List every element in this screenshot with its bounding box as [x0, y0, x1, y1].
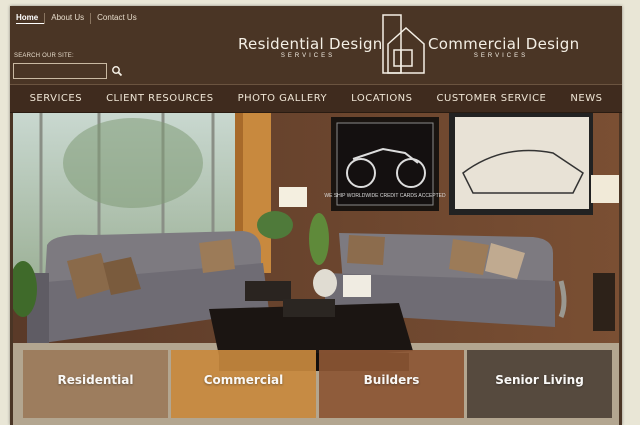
- about-us-link[interactable]: About Us: [44, 13, 90, 24]
- main-nav: SERVICES CLIENT RESOURCES PHOTO GALLERY …: [10, 84, 622, 113]
- residential-design-subtitle: SERVICES: [280, 53, 336, 59]
- nav-locations[interactable]: LOCATIONS: [351, 93, 412, 104]
- builders-tile[interactable]: Builders: [319, 350, 464, 418]
- artwork-caption: WE SHIP WORLDWIDE CREDIT CARDS ACCEPTED: [324, 193, 446, 199]
- commercial-tile-label: Commercial: [203, 373, 284, 387]
- builders-tile-label: Builders: [363, 373, 420, 387]
- search-input[interactable]: [13, 63, 107, 79]
- residential-tile[interactable]: Residential: [23, 350, 168, 418]
- residential-design-title: Residential Design: [238, 35, 383, 53]
- commercial-design-brand[interactable]: Commercial Design SERVICES: [428, 35, 580, 60]
- search-icon[interactable]: [111, 64, 123, 78]
- senior-living-tile-label: Senior Living: [495, 373, 584, 387]
- residential-design-brand[interactable]: Residential Design SERVICES: [238, 35, 383, 60]
- top-links: Home About Us Contact Us: [16, 13, 143, 24]
- commercial-design-title: Commercial Design: [428, 35, 580, 53]
- house-logo-icon[interactable]: [380, 14, 428, 76]
- nav-client-resources[interactable]: CLIENT RESOURCES: [106, 93, 214, 104]
- category-tiles: Residential Commercial Builders Senior L…: [23, 350, 612, 418]
- nav-photo-gallery[interactable]: PHOTO GALLERY: [238, 93, 328, 104]
- search-label: SEARCH OUR SITE:: [14, 53, 74, 59]
- nav-news[interactable]: NEWS: [570, 93, 602, 104]
- commercial-tile[interactable]: Commercial: [171, 350, 316, 418]
- site-frame: Home About Us Contact Us SEARCH OUR SITE…: [10, 6, 622, 425]
- senior-living-tile[interactable]: Senior Living: [467, 350, 612, 418]
- home-link[interactable]: Home: [16, 13, 45, 24]
- nav-services[interactable]: SERVICES: [30, 93, 83, 104]
- contact-us-link[interactable]: Contact Us: [90, 13, 143, 24]
- nav-customer-service[interactable]: CUSTOMER SERVICE: [437, 93, 547, 104]
- residential-tile-label: Residential: [57, 373, 134, 387]
- commercial-design-subtitle: SERVICES: [473, 53, 529, 59]
